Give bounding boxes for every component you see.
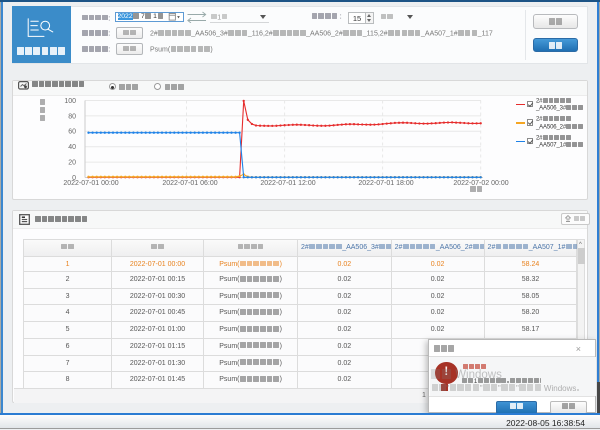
svg-text:20: 20 bbox=[68, 160, 76, 167]
svg-text:40: 40 bbox=[68, 144, 76, 151]
svg-text:2022-07-01 12:00: 2022-07-01 12:00 bbox=[260, 180, 315, 187]
svg-text:80: 80 bbox=[68, 113, 76, 120]
svg-text:2022-07-01 00:00: 2022-07-01 00:00 bbox=[63, 180, 118, 187]
svg-text:60: 60 bbox=[68, 129, 76, 136]
svg-text:2022-07-01 18:00: 2022-07-01 18:00 bbox=[358, 180, 413, 187]
svg-text:100: 100 bbox=[64, 98, 76, 105]
svg-text:2022-07-01 06:00: 2022-07-01 06:00 bbox=[162, 180, 217, 187]
